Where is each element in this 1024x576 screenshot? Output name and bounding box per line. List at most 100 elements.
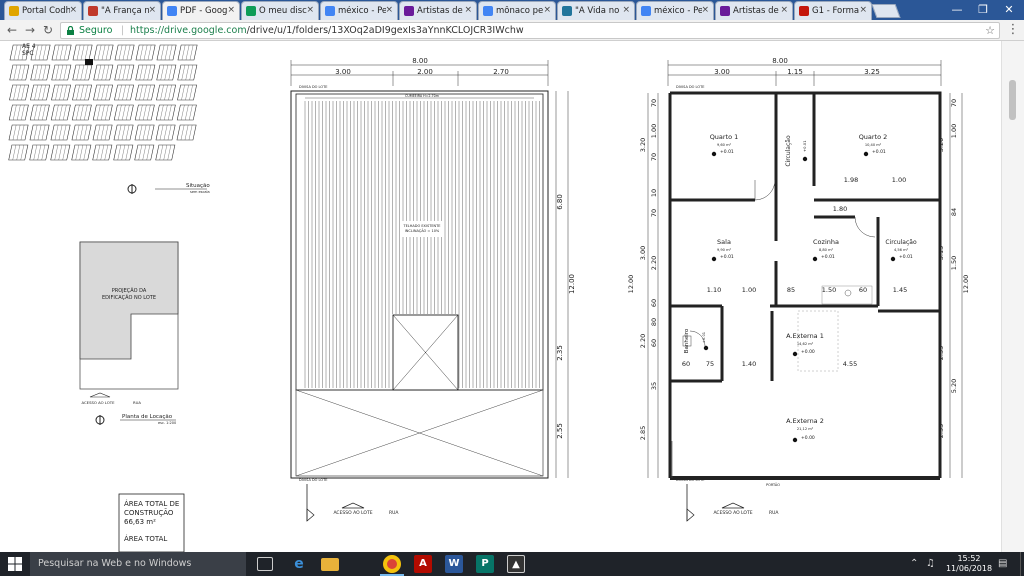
tab[interactable]: G1 - Forma × [794, 1, 872, 20]
tab-title: mônaco per [496, 6, 544, 16]
room-area: 4,56 m² [894, 248, 909, 252]
lock-icon [67, 26, 74, 35]
right-dim-7: 2.35 [937, 346, 945, 360]
room-name: Quarto 1 [710, 133, 739, 141]
roof-side-dim-3: 2.55 [556, 423, 564, 439]
room-quarto-2: Quarto 2 10,40 m² +0.01 [859, 133, 887, 157]
tray-expand-icon[interactable]: ⌃ [910, 557, 918, 571]
minimize-button[interactable]: — [944, 0, 970, 20]
inner-dim-6: 85 [787, 286, 795, 294]
plan-rua: RUA [769, 510, 779, 516]
bookmark-star-icon[interactable]: ☆ [985, 23, 995, 38]
explorer-icon[interactable] [321, 558, 339, 571]
tab-close-icon[interactable]: × [622, 5, 630, 15]
back-arrow-icon[interactable]: ← [4, 22, 20, 38]
tab[interactable]: méxico - Pe × [636, 1, 714, 20]
clock[interactable]: 15:52 11/06/2018 [944, 554, 994, 574]
room-name: A.Externa 2 [786, 417, 824, 425]
rua-small: RUA [133, 400, 141, 405]
tab-close-icon[interactable]: × [148, 5, 156, 15]
photos-icon[interactable]: ▲ [507, 555, 525, 573]
room-level: +0.01 [821, 254, 835, 260]
left-dim-5: 10 [650, 189, 658, 197]
room-area: 9,90 m² [717, 248, 732, 252]
right-dim-6: 1.50 [950, 256, 958, 270]
tab-title: Artistas de [733, 6, 779, 16]
close-window-button[interactable]: ✕ [996, 0, 1022, 20]
reload-icon[interactable]: ↻ [40, 22, 56, 38]
url-host: https://drive.google.com [130, 25, 247, 36]
acrobat-icon[interactable]: A [414, 555, 432, 573]
planta-locacao-scale: esc. 1:200 [158, 421, 176, 425]
restore-button[interactable]: ❐ [970, 0, 996, 20]
roof-side-dim-1: 6.80 [556, 194, 564, 210]
tab[interactable]: Artistas de × [715, 1, 793, 20]
book-icon [88, 6, 98, 16]
tab[interactable]: Portal Codh × [4, 1, 82, 20]
new-tab-button[interactable] [871, 4, 901, 18]
tab-title: Portal Codh [22, 6, 70, 16]
plan-dim-c: 3.25 [864, 68, 880, 76]
inner-dim-9: 1.45 [893, 286, 907, 294]
browser-menu-icon[interactable]: ⋮ [1006, 22, 1020, 38]
room-level: +0.00 [801, 349, 815, 355]
tab-title: méxico - Pe [338, 6, 386, 16]
tab-close-icon[interactable]: × [464, 5, 472, 15]
tab[interactable]: PDF - Goog × [162, 1, 240, 20]
inner-dim-12: 1.40 [742, 360, 756, 368]
drive-icon [246, 6, 256, 16]
tab-close-icon[interactable]: × [385, 5, 393, 15]
room-area: 14,62 m² [797, 342, 814, 346]
roof-dim-total: 8.00 [412, 57, 428, 65]
roof-dim-b: 2.00 [417, 68, 433, 76]
taskbar-search[interactable]: Pesquisar na Web e no Windows [30, 552, 246, 576]
tab[interactable]: méxico - Pe × [320, 1, 398, 20]
edge-icon[interactable]: e [290, 555, 308, 573]
room-level: +0.01 [872, 149, 886, 155]
tab[interactable]: "A Vida no × [557, 1, 635, 20]
page-icon [9, 6, 19, 16]
address-bar[interactable]: Seguro | https://drive.google.com/drive/… [60, 22, 1000, 39]
notification-icon[interactable]: ▤ [998, 557, 1007, 571]
roof-dim-c: 2.70 [493, 68, 509, 76]
tab-close-icon[interactable]: × [306, 5, 314, 15]
left-dim-1: 70 [650, 99, 658, 107]
right-dim-8: 5.20 [950, 379, 958, 393]
inner-dim-11: 75 [706, 360, 714, 368]
tab[interactable]: O meu disc × [241, 1, 319, 20]
windows-start-icon[interactable] [8, 557, 22, 571]
tab[interactable]: Artistas de × [399, 1, 477, 20]
tab-close-icon[interactable]: × [543, 5, 551, 15]
forward-arrow-icon[interactable]: → [22, 22, 38, 38]
site-tag-2: SPC [22, 50, 34, 57]
tab-close-icon[interactable]: × [69, 5, 77, 15]
scrollbar-thumb[interactable] [1009, 80, 1016, 120]
plan-dim-b: 1.15 [787, 68, 803, 76]
roof-side-total: 12.00 [568, 274, 576, 294]
task-view-icon[interactable] [257, 557, 273, 571]
access-arrow-icon [89, 392, 111, 398]
volume-icon[interactable]: ♫ [926, 557, 935, 571]
inner-dim-4: 1.10 [707, 286, 721, 294]
publisher-icon[interactable]: P [476, 555, 494, 573]
tab-close-icon[interactable]: × [780, 5, 788, 15]
tab-close-icon[interactable]: × [859, 5, 867, 15]
tab-close-icon[interactable]: × [701, 5, 709, 15]
tab[interactable]: "A França n × [83, 1, 161, 20]
word-icon[interactable]: W [445, 555, 463, 573]
site-map: AE 4 SPC Situação sem escala [8, 41, 210, 194]
room-level: +0.01 [702, 332, 706, 343]
lot-marker [85, 59, 93, 65]
left-dim-10: 80 [650, 318, 658, 326]
inner-dim-5: 1.00 [742, 286, 756, 294]
tab-close-icon[interactable]: × [227, 5, 235, 15]
tab-title: "A Vida no [575, 6, 620, 16]
inner-dim-1: 1.98 [844, 176, 858, 184]
left-dim-14: 2.85 [639, 426, 647, 440]
chrome-icon[interactable] [383, 555, 401, 573]
show-desktop-button[interactable] [1020, 552, 1024, 576]
location-plan: PROJEÇÃO DA EDIFICAÇÃO NO LOTE ACESSO AO… [79, 241, 179, 425]
ftc-icon [404, 6, 414, 16]
tab[interactable]: mônaco per × [478, 1, 556, 20]
telhado-label-2: INCLINAÇÃO = 10% [405, 228, 440, 233]
